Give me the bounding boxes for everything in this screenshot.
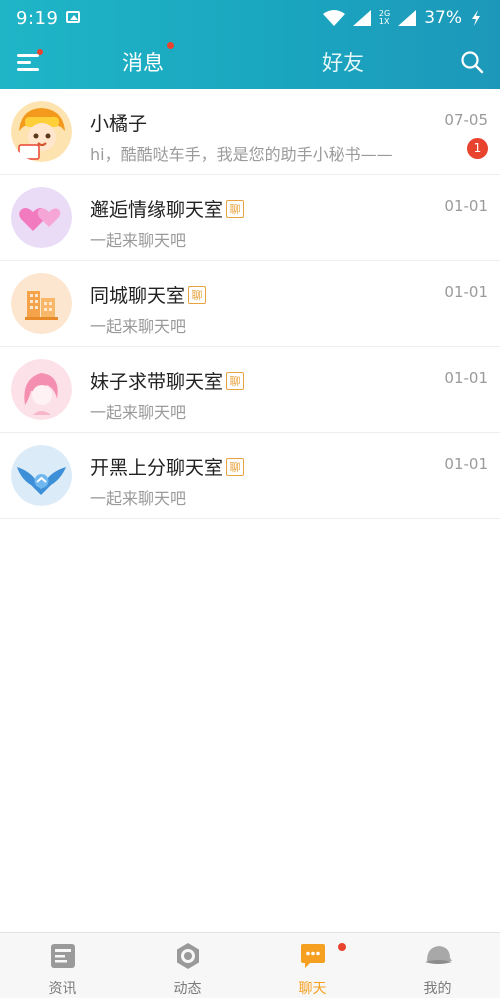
chatroom-tag: 聊 (188, 285, 207, 304)
status-time: 9:19 (16, 8, 59, 29)
nav-bar: 消息 好友 (0, 37, 500, 89)
conversation-date: 01-01 (444, 455, 488, 473)
conversation-date: 01-01 (444, 369, 488, 387)
wifi-icon (322, 10, 345, 26)
top-header: 9:19 2G 1X 37% 消息 好友 (0, 0, 500, 89)
conversation-row-kaihei[interactable]: 开黑上分聊天室聊 一起来聊天吧 01-01 (0, 433, 500, 519)
hearts-avatar (11, 187, 72, 248)
conversation-name: 邂逅情缘聊天室聊 (90, 195, 245, 222)
status-bar: 9:19 2G 1X 37% (0, 0, 500, 37)
signal-icon (352, 10, 371, 26)
conversation-row-xiehou[interactable]: 邂逅情缘聊天室聊 一起来聊天吧 01-01 (0, 175, 500, 261)
network-type: 2G 1X (379, 10, 390, 26)
conversation-preview: 一起来聊天吧 (90, 489, 187, 508)
girl-avatar (11, 359, 72, 420)
conversation-row-meizi[interactable]: 妹子求带聊天室聊 一起来聊天吧 01-01 (0, 347, 500, 433)
conversation-preview: 一起来聊天吧 (90, 231, 187, 250)
bottom-tab-label: 聊天 (298, 981, 327, 997)
conversation-name-text: 小橘子 (90, 113, 148, 135)
conversation-date: 07-05 (444, 111, 488, 129)
bottom-navigation: 资讯 动态 聊天 我的 (0, 932, 500, 998)
bottom-tab-moments[interactable]: 动态 (125, 933, 250, 998)
image-notification-icon (66, 11, 80, 23)
conversation-name-text: 邂逅情缘聊天室 (90, 199, 224, 221)
tab-friends[interactable]: 好友 (322, 47, 364, 77)
conversation-list: 小橘子 hi，酷酷哒车手，我是您的助手小秘书—— 07-05 1 邂逅情缘聊天室… (0, 89, 500, 519)
search-icon[interactable] (460, 50, 484, 74)
chat-notification-dot (338, 943, 346, 951)
tab-messages[interactable]: 消息 (122, 47, 164, 77)
conversation-date: 01-01 (444, 197, 488, 215)
conversation-date: 01-01 (444, 283, 488, 301)
conversation-preview: 一起来聊天吧 (90, 317, 187, 336)
status-indicators: 2G 1X 37% (322, 7, 482, 29)
bottom-tab-profile[interactable]: 我的 (375, 933, 500, 998)
chatroom-tag: 聊 (226, 457, 245, 476)
unread-badge: 1 (467, 138, 488, 159)
menu-notification-dot (37, 49, 43, 55)
network-type-bottom: 1X (378, 17, 390, 26)
city-buildings-avatar (11, 273, 72, 334)
charging-icon (472, 10, 480, 26)
conversation-name: 小橘子 (90, 109, 147, 136)
bottom-tab-news[interactable]: 资讯 (0, 933, 125, 998)
chat-icon (301, 944, 325, 968)
menu-icon[interactable] (17, 52, 39, 72)
wings-avatar (11, 445, 72, 506)
bottom-tab-chat[interactable]: 聊天 (250, 933, 375, 998)
chatroom-tag: 聊 (226, 199, 245, 218)
bottom-tab-label: 资讯 (48, 981, 77, 997)
bottom-tab-label: 动态 (173, 981, 202, 997)
conversation-name-text: 妹子求带聊天室 (90, 371, 224, 393)
news-icon (51, 944, 75, 968)
orange-girl-avatar (11, 101, 72, 162)
conversation-name-text: 开黑上分聊天室 (90, 457, 224, 479)
messages-notification-dot (167, 42, 174, 49)
chatroom-tag: 聊 (226, 371, 245, 390)
conversation-name: 同城聊天室聊 (90, 281, 207, 308)
conversation-preview: 一起来聊天吧 (90, 403, 187, 422)
signal-2-icon (398, 10, 417, 26)
conversation-preview: hi，酷酷哒车手，我是您的助手小秘书—— (90, 145, 393, 164)
bottom-tab-label: 我的 (423, 981, 452, 997)
conversation-name-text: 同城聊天室 (90, 285, 186, 307)
battery-percent: 37% (424, 8, 462, 28)
moments-icon (177, 943, 199, 969)
profile-icon (425, 946, 452, 964)
conversation-row-xiaojuzi[interactable]: 小橘子 hi，酷酷哒车手，我是您的助手小秘书—— 07-05 1 (0, 89, 500, 175)
conversation-name: 妹子求带聊天室聊 (90, 367, 245, 394)
conversation-row-tongcheng[interactable]: 同城聊天室聊 一起来聊天吧 01-01 (0, 261, 500, 347)
conversation-name: 开黑上分聊天室聊 (90, 453, 245, 480)
